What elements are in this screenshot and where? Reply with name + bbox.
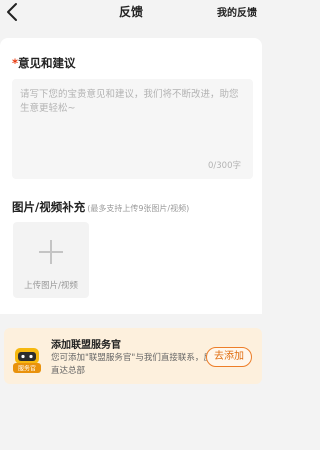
my-feedback-link[interactable]: 我的反馈	[217, 4, 257, 19]
add-service-officer-button[interactable]: 去添加	[206, 347, 252, 367]
upload-label: 上传图片/视频	[24, 281, 78, 291]
banner-title: 添加联盟服务官	[51, 340, 121, 351]
plus-icon	[39, 240, 63, 264]
mascot-label: 服务官	[18, 365, 36, 373]
feedback-textarea[interactable]: 请写下您的宝贵意见和建议，我们将不断改进，助您生意更轻松~ 0/300字	[12, 79, 253, 179]
opinion-section-title: *意见和建议	[12, 55, 76, 71]
service-officer-mascot-icon: 服务官	[13, 348, 41, 373]
char-counter: 0/300字	[208, 161, 241, 171]
media-section-title: 图片/视频补充 (最多支持上传9张图片/视频)	[12, 199, 189, 215]
textarea-placeholder: 请写下您的宝贵意见和建议，我们将不断改进，助您生意更轻松~	[20, 89, 239, 114]
banner-description: 您可添加"联盟服务官"与我们直接联系，反馈直达总部	[51, 353, 221, 376]
opinion-title-text: 意见和建议	[18, 56, 76, 70]
navigation-bar: 反馈 我的反馈	[0, 0, 262, 26]
media-title-text: 图片/视频补充	[12, 200, 86, 214]
media-subtitle: (最多支持上传9张图片/视频)	[87, 204, 190, 213]
upload-media-button[interactable]: 上传图片/视频	[13, 222, 89, 298]
